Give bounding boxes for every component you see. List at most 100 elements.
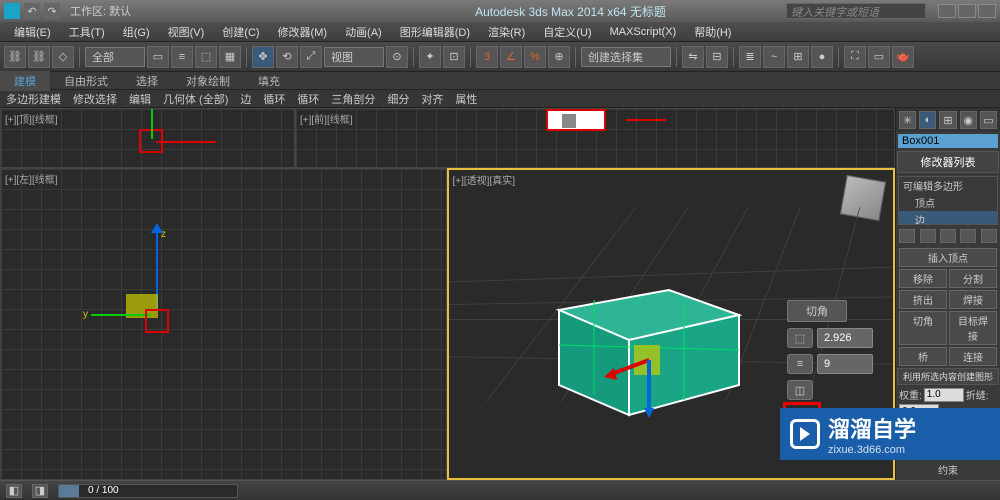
sr-edge[interactable]: 边 bbox=[240, 91, 251, 107]
ribbon-tab-freeform[interactable]: 自由形式 bbox=[50, 71, 122, 91]
menu-modifiers[interactable]: 修改器(M) bbox=[270, 22, 336, 42]
selection-filter[interactable]: 全部 bbox=[85, 47, 145, 67]
object-name[interactable]: Box001 bbox=[898, 134, 998, 148]
btn-remove[interactable]: 移除 bbox=[899, 269, 947, 288]
mirror-icon[interactable]: ⇋ bbox=[682, 46, 704, 68]
sr-loop2[interactable]: 循环 bbox=[297, 91, 319, 107]
time-slider[interactable] bbox=[58, 484, 238, 498]
tab-display-icon[interactable]: ▭ bbox=[980, 111, 997, 129]
unique-icon[interactable] bbox=[940, 229, 956, 243]
menu-edit[interactable]: 编辑(E) bbox=[6, 22, 59, 42]
timeconfig-icon[interactable]: ◧ bbox=[6, 484, 22, 498]
named-selset[interactable]: 创建选择集 bbox=[581, 47, 671, 67]
btn-bridge[interactable]: 桥 bbox=[899, 347, 947, 366]
curve-editor-icon[interactable]: ~ bbox=[763, 46, 785, 68]
sr-subdiv[interactable]: 细分 bbox=[387, 91, 409, 107]
rect-select-icon[interactable]: ⬚ bbox=[195, 46, 217, 68]
window-crossing-icon[interactable]: ▦ bbox=[219, 46, 241, 68]
box-object[interactable] bbox=[539, 250, 749, 420]
stack-vertex[interactable]: 顶点 bbox=[899, 194, 997, 211]
menu-customize[interactable]: 自定义(U) bbox=[535, 22, 599, 42]
modifier-stack[interactable]: 可编辑多边形 顶点 边 边界 多边形 元素 bbox=[898, 176, 998, 225]
create-shape-label[interactable]: 利用所选内容创建图形 bbox=[897, 368, 999, 385]
move-icon[interactable]: ✥ bbox=[252, 46, 274, 68]
menu-create[interactable]: 创建(C) bbox=[214, 22, 267, 42]
select-icon[interactable]: ▭ bbox=[147, 46, 169, 68]
sr-tri[interactable]: 三角剖分 bbox=[331, 91, 375, 107]
undo-icon[interactable]: ↶ bbox=[24, 3, 40, 19]
caddy-amount-value[interactable]: 2.926 bbox=[817, 328, 873, 348]
menu-animation[interactable]: 动画(A) bbox=[337, 22, 390, 42]
remove-mod-icon[interactable] bbox=[960, 229, 976, 243]
caddy-segments-icon[interactable]: ≡ bbox=[787, 354, 813, 374]
menu-views[interactable]: 视图(V) bbox=[160, 22, 213, 42]
ribbon-tab-objectpaint[interactable]: 对象绘制 bbox=[172, 71, 244, 91]
redo-icon[interactable]: ↷ bbox=[44, 3, 60, 19]
sr-align[interactable]: 对齐 bbox=[421, 91, 443, 107]
tab-create-icon[interactable]: ✳ bbox=[899, 111, 916, 129]
close-button[interactable] bbox=[978, 4, 996, 18]
caddy-amount-icon[interactable]: ⬚ bbox=[787, 328, 813, 348]
align-icon[interactable]: ⊟ bbox=[706, 46, 728, 68]
stack-edge[interactable]: 边 bbox=[899, 211, 997, 225]
timeconfig2-icon[interactable]: ◨ bbox=[32, 484, 48, 498]
link-icon[interactable]: ⛓ bbox=[4, 46, 26, 68]
viewport-top[interactable]: [+][顶][线框] bbox=[0, 108, 295, 168]
caddy-open-icon[interactable]: ◫ bbox=[787, 380, 813, 400]
angle-snap-icon[interactable]: ∠ bbox=[500, 46, 522, 68]
time-slider-thumb[interactable] bbox=[59, 485, 79, 497]
material-icon[interactable]: ● bbox=[811, 46, 833, 68]
schematic-icon[interactable]: ⊞ bbox=[787, 46, 809, 68]
bind-icon[interactable]: ◇ bbox=[52, 46, 74, 68]
menu-grapheditors[interactable]: 图形编辑器(D) bbox=[392, 22, 478, 42]
select-name-icon[interactable]: ≡ bbox=[171, 46, 193, 68]
btn-extrude[interactable]: 挤出 bbox=[899, 290, 947, 309]
sr-geom[interactable]: 几何体 (全部) bbox=[163, 91, 228, 107]
sr-polymodel[interactable]: 多边形建模 bbox=[6, 91, 61, 107]
search-input[interactable]: 键入关键字或短语 bbox=[786, 3, 926, 19]
menu-maxscript[interactable]: MAXScript(X) bbox=[602, 24, 685, 40]
btn-targetweld[interactable]: 目标焊接 bbox=[949, 311, 997, 345]
caddy-segments-value[interactable]: 9 bbox=[817, 354, 873, 374]
tab-modify-icon[interactable]: ◐ bbox=[919, 111, 936, 129]
modifier-list-label[interactable]: 修改器列表 bbox=[897, 151, 999, 173]
weight-input[interactable] bbox=[924, 388, 964, 402]
sr-props[interactable]: 属性 bbox=[455, 91, 477, 107]
btn-weld[interactable]: 焊接 bbox=[949, 290, 997, 309]
ref-coord[interactable]: 视图 bbox=[324, 47, 384, 67]
spinner-snap-icon[interactable]: ⊕ bbox=[548, 46, 570, 68]
snap-icon[interactable]: 3 bbox=[476, 46, 498, 68]
menu-group[interactable]: 组(G) bbox=[115, 22, 158, 42]
ribbon-tab-populate[interactable]: 填充 bbox=[244, 71, 294, 91]
manip-icon[interactable]: ✦ bbox=[419, 46, 441, 68]
layers-icon[interactable]: ≣ bbox=[739, 46, 761, 68]
menu-help[interactable]: 帮助(H) bbox=[686, 22, 739, 42]
config-icon[interactable] bbox=[981, 229, 997, 243]
viewport-front[interactable]: [+][前][线框] bbox=[295, 108, 895, 168]
render-frame-icon[interactable]: ▭ bbox=[868, 46, 890, 68]
btn-split[interactable]: 分割 bbox=[949, 269, 997, 288]
pin-stack-icon[interactable] bbox=[899, 229, 915, 243]
show-end-icon[interactable] bbox=[920, 229, 936, 243]
minimize-button[interactable] bbox=[938, 4, 956, 18]
ribbon-tab-modeling[interactable]: 建模 bbox=[0, 71, 50, 91]
pivot-icon[interactable]: ⊙ bbox=[386, 46, 408, 68]
sr-modsel[interactable]: 修改选择 bbox=[73, 91, 117, 107]
btn-connect[interactable]: 连接 bbox=[949, 347, 997, 366]
btn-chamfer[interactable]: 切角 bbox=[899, 311, 947, 345]
unlink-icon[interactable]: ⛓ bbox=[28, 46, 50, 68]
rotate-icon[interactable]: ⟲ bbox=[276, 46, 298, 68]
weight-spinner[interactable] bbox=[924, 387, 964, 402]
keymode-icon[interactable]: ⊡ bbox=[443, 46, 465, 68]
scale-icon[interactable]: ⤢ bbox=[300, 46, 322, 68]
stack-editpoly[interactable]: 可编辑多边形 bbox=[899, 177, 997, 194]
percent-snap-icon[interactable]: % bbox=[524, 46, 546, 68]
sr-loop[interactable]: 循环 bbox=[263, 91, 285, 107]
btn-insert-vertex[interactable]: 插入顶点 bbox=[899, 248, 997, 267]
viewport-left[interactable]: [+][左][线框] y z bbox=[0, 168, 447, 480]
sr-edit[interactable]: 编辑 bbox=[129, 91, 151, 107]
tab-hierarchy-icon[interactable]: ⊞ bbox=[939, 111, 956, 129]
tab-motion-icon[interactable]: ◉ bbox=[960, 111, 977, 129]
render-setup-icon[interactable]: ⛶ bbox=[844, 46, 866, 68]
menu-rendering[interactable]: 渲染(R) bbox=[480, 22, 533, 42]
